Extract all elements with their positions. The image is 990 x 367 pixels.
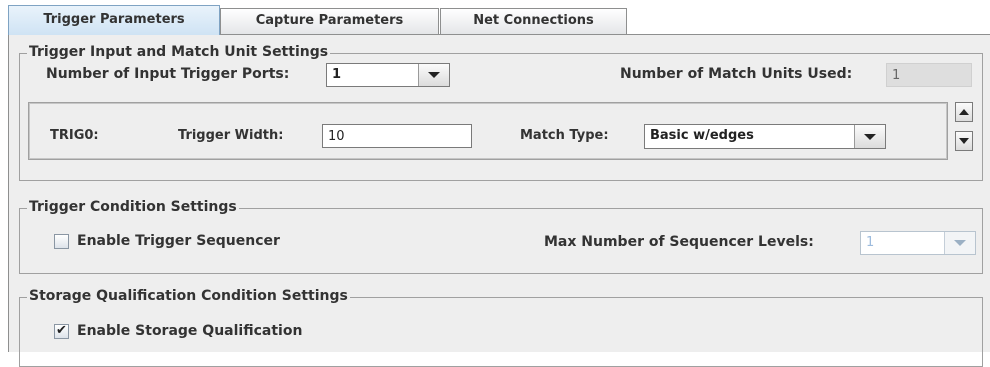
max-sequencer-levels-label: Max Number of Sequencer Levels: bbox=[544, 234, 814, 250]
trigger-port-row-frame: TRIG0: Trigger Width: Match Type: Basic … bbox=[29, 103, 947, 159]
storage-qualification-group: Storage Qualification Condition Settings… bbox=[19, 288, 983, 367]
checkbox-box[interactable]: ✔ bbox=[54, 322, 69, 339]
trigger-condition-group-title: Trigger Condition Settings bbox=[27, 199, 239, 215]
input-ports-select[interactable]: 1 bbox=[326, 63, 450, 87]
input-ports-label: Number of Input Trigger Ports: bbox=[46, 66, 290, 82]
max-sequencer-levels-value: 1 bbox=[866, 235, 875, 250]
enable-storage-qualification-label: Enable Storage Qualification bbox=[77, 323, 303, 339]
input-ports-value: 1 bbox=[332, 67, 342, 82]
match-type-label: Match Type: bbox=[520, 128, 609, 143]
tab-net-connections[interactable]: Net Connections bbox=[440, 8, 627, 34]
trigger-condition-group: Trigger Condition Settings Enable Trigge… bbox=[19, 199, 983, 274]
max-sequencer-levels-dropdown-button bbox=[944, 232, 975, 254]
match-units-field bbox=[886, 63, 972, 87]
trigger-width-label: Trigger Width: bbox=[178, 128, 284, 143]
checkbox-box[interactable] bbox=[54, 233, 69, 249]
chevron-down-icon bbox=[864, 133, 876, 140]
match-type-select[interactable]: Basic w/edges bbox=[644, 124, 886, 149]
enable-trigger-sequencer-checkbox[interactable]: Enable Trigger Sequencer bbox=[54, 233, 280, 249]
enable-storage-qualification-checkbox[interactable]: ✔ Enable Storage Qualification bbox=[54, 323, 302, 339]
scroll-down-icon bbox=[959, 138, 969, 144]
match-units-label: Number of Match Units Used: bbox=[620, 66, 853, 82]
trigger-input-group: Trigger Input and Match Unit Settings Nu… bbox=[19, 44, 983, 181]
scroll-up-icon bbox=[959, 109, 969, 115]
scroll-up-button[interactable] bbox=[955, 102, 973, 122]
tab-strip: Trigger Parameters Capture Parameters Ne… bbox=[0, 0, 990, 35]
checkmark-icon: ✔ bbox=[56, 322, 67, 338]
match-type-dropdown-button[interactable] bbox=[854, 125, 885, 148]
enable-trigger-sequencer-label: Enable Trigger Sequencer bbox=[77, 233, 280, 249]
storage-qualification-group-title: Storage Qualification Condition Settings bbox=[27, 288, 350, 304]
trigger-input-group-title: Trigger Input and Match Unit Settings bbox=[27, 44, 331, 60]
tab-trigger-parameters[interactable]: Trigger Parameters bbox=[8, 5, 220, 35]
match-type-value: Basic w/edges bbox=[650, 128, 754, 143]
trigger-ports-list: TRIG0: Trigger Width: Match Type: Basic … bbox=[28, 102, 948, 160]
max-sequencer-levels-select: 1 bbox=[860, 231, 976, 255]
chevron-down-icon bbox=[428, 72, 440, 78]
trigger-parameters-panel: Trigger Input and Match Unit Settings Nu… bbox=[8, 35, 990, 367]
scroll-down-button[interactable] bbox=[955, 131, 973, 151]
trigger-width-input[interactable] bbox=[322, 124, 472, 148]
input-ports-dropdown-button[interactable] bbox=[418, 64, 449, 86]
chevron-down-icon bbox=[954, 240, 966, 246]
tab-capture-parameters[interactable]: Capture Parameters bbox=[220, 8, 439, 34]
trig-port-name: TRIG0: bbox=[50, 128, 99, 143]
